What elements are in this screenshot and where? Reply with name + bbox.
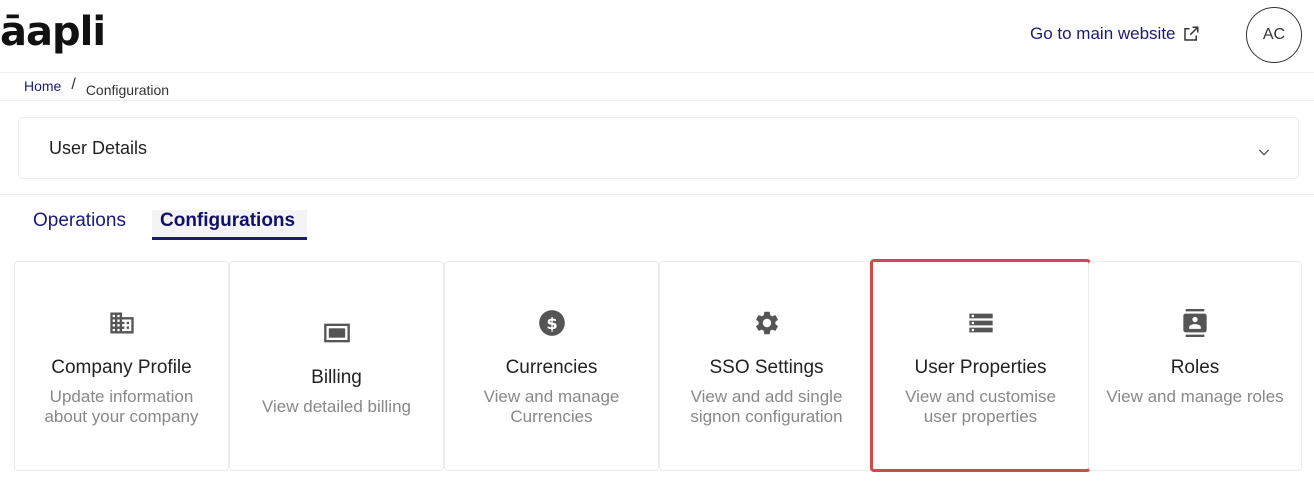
breadcrumb-current: Configuration	[85, 82, 170, 98]
breadcrumb: Home / Configuration	[24, 76, 169, 98]
roles-icon	[1181, 309, 1209, 337]
card-billing[interactable]: Billing View detailed billing	[229, 261, 444, 471]
breadcrumb-home[interactable]: Home	[24, 76, 61, 96]
card-company-profile[interactable]: Company Profile Update information about…	[14, 261, 229, 471]
card-description: View and manage roles	[1106, 387, 1284, 406]
card-description: View detailed billing	[261, 397, 411, 416]
user-avatar[interactable]: AC	[1246, 7, 1302, 63]
card-user-properties[interactable]: User Properties View and customise user …	[870, 259, 1091, 472]
card-description: View and manage Currencies	[483, 387, 620, 426]
app-logo[interactable]: āapli	[0, 8, 106, 56]
main-website-link-label: Go to main website	[1030, 24, 1176, 43]
card-sso-settings[interactable]: SSO Settings View and add single signon …	[659, 261, 874, 471]
breadcrumb-separator: /	[71, 76, 76, 93]
breadcrumb-divider	[0, 100, 1314, 101]
billing-icon	[323, 319, 351, 347]
avatar-initials: AC	[1262, 26, 1286, 43]
gear-icon	[753, 309, 781, 337]
card-title: SSO Settings	[709, 357, 824, 378]
tab-operations[interactable]: Operations	[33, 210, 126, 240]
card-title: Currencies	[505, 357, 598, 378]
card-description: View and customise user properties	[905, 387, 1056, 426]
tab-configurations[interactable]: Configurations	[152, 210, 307, 240]
list-icon	[967, 309, 995, 337]
user-details-accordion[interactable]: User Details	[18, 117, 1299, 179]
card-title: Company Profile	[51, 357, 192, 378]
card-roles[interactable]: Roles View and manage roles	[1088, 261, 1302, 471]
card-currencies[interactable]: $ Currencies View and manage Currencies	[444, 261, 659, 471]
svg-text:$: $	[546, 314, 557, 333]
chevron-down-icon	[1258, 149, 1270, 156]
card-description: View and add single signon configuration	[690, 387, 843, 426]
section-divider	[0, 194, 1314, 195]
page: āapli Go to main website AC Home / Confi…	[0, 0, 1314, 493]
external-link-icon	[1183, 26, 1199, 41]
header: āapli Go to main website AC	[0, 0, 1314, 73]
card-title: User Properties	[914, 357, 1047, 378]
accordion-title: User Details	[49, 137, 148, 158]
building-icon	[108, 309, 136, 337]
currency-icon: $	[538, 309, 566, 337]
main-website-link[interactable]: Go to main website	[1030, 24, 1200, 44]
card-title: Billing	[311, 367, 362, 388]
card-title: Roles	[1170, 357, 1220, 378]
card-description: Update information about your company	[44, 387, 199, 426]
